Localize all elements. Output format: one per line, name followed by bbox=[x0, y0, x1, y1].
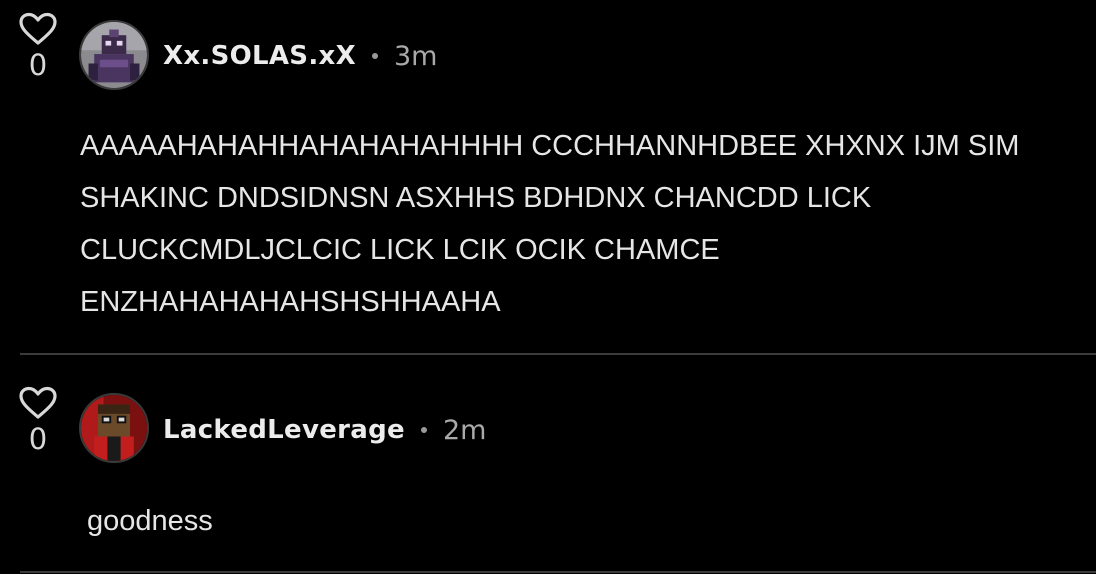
red-blocky-character-avatar-icon bbox=[81, 395, 147, 461]
avatar[interactable] bbox=[79, 393, 149, 463]
comment-header: Xx.SOLAS.xX 3m bbox=[163, 36, 437, 76]
separator-dot bbox=[420, 427, 427, 433]
comment-item: 0 Xx.SOLAS.xX 3m AAAAAHAHAHHAHAHAHAHHHH … bbox=[0, 0, 1096, 354]
comment-item: 0 LackedLeverage 2m goodness bbox=[0, 356, 1096, 574]
username[interactable]: Xx.SOLAS.xX bbox=[163, 41, 356, 71]
username[interactable]: LackedLeverage bbox=[163, 415, 405, 445]
divider bbox=[20, 571, 1096, 573]
heart-icon[interactable] bbox=[18, 12, 58, 46]
comment-text: AAAAAHAHAHHAHAHAHAHHHH CCCHHANNHDBEE XHX… bbox=[80, 130, 1028, 318]
heart-icon[interactable] bbox=[18, 386, 58, 420]
separator-dot bbox=[371, 53, 378, 59]
timestamp: 3m bbox=[393, 40, 438, 72]
comment-text: goodness bbox=[87, 505, 213, 537]
purple-character-avatar-icon bbox=[81, 22, 147, 88]
like-control[interactable]: 0 bbox=[18, 386, 58, 456]
timestamp: 2m bbox=[442, 414, 487, 446]
like-count: 0 bbox=[28, 48, 48, 82]
comment-header: LackedLeverage 2m bbox=[163, 410, 486, 450]
like-control[interactable]: 0 bbox=[18, 12, 58, 82]
like-count: 0 bbox=[28, 422, 48, 456]
avatar[interactable] bbox=[79, 20, 149, 90]
divider bbox=[20, 353, 1096, 355]
